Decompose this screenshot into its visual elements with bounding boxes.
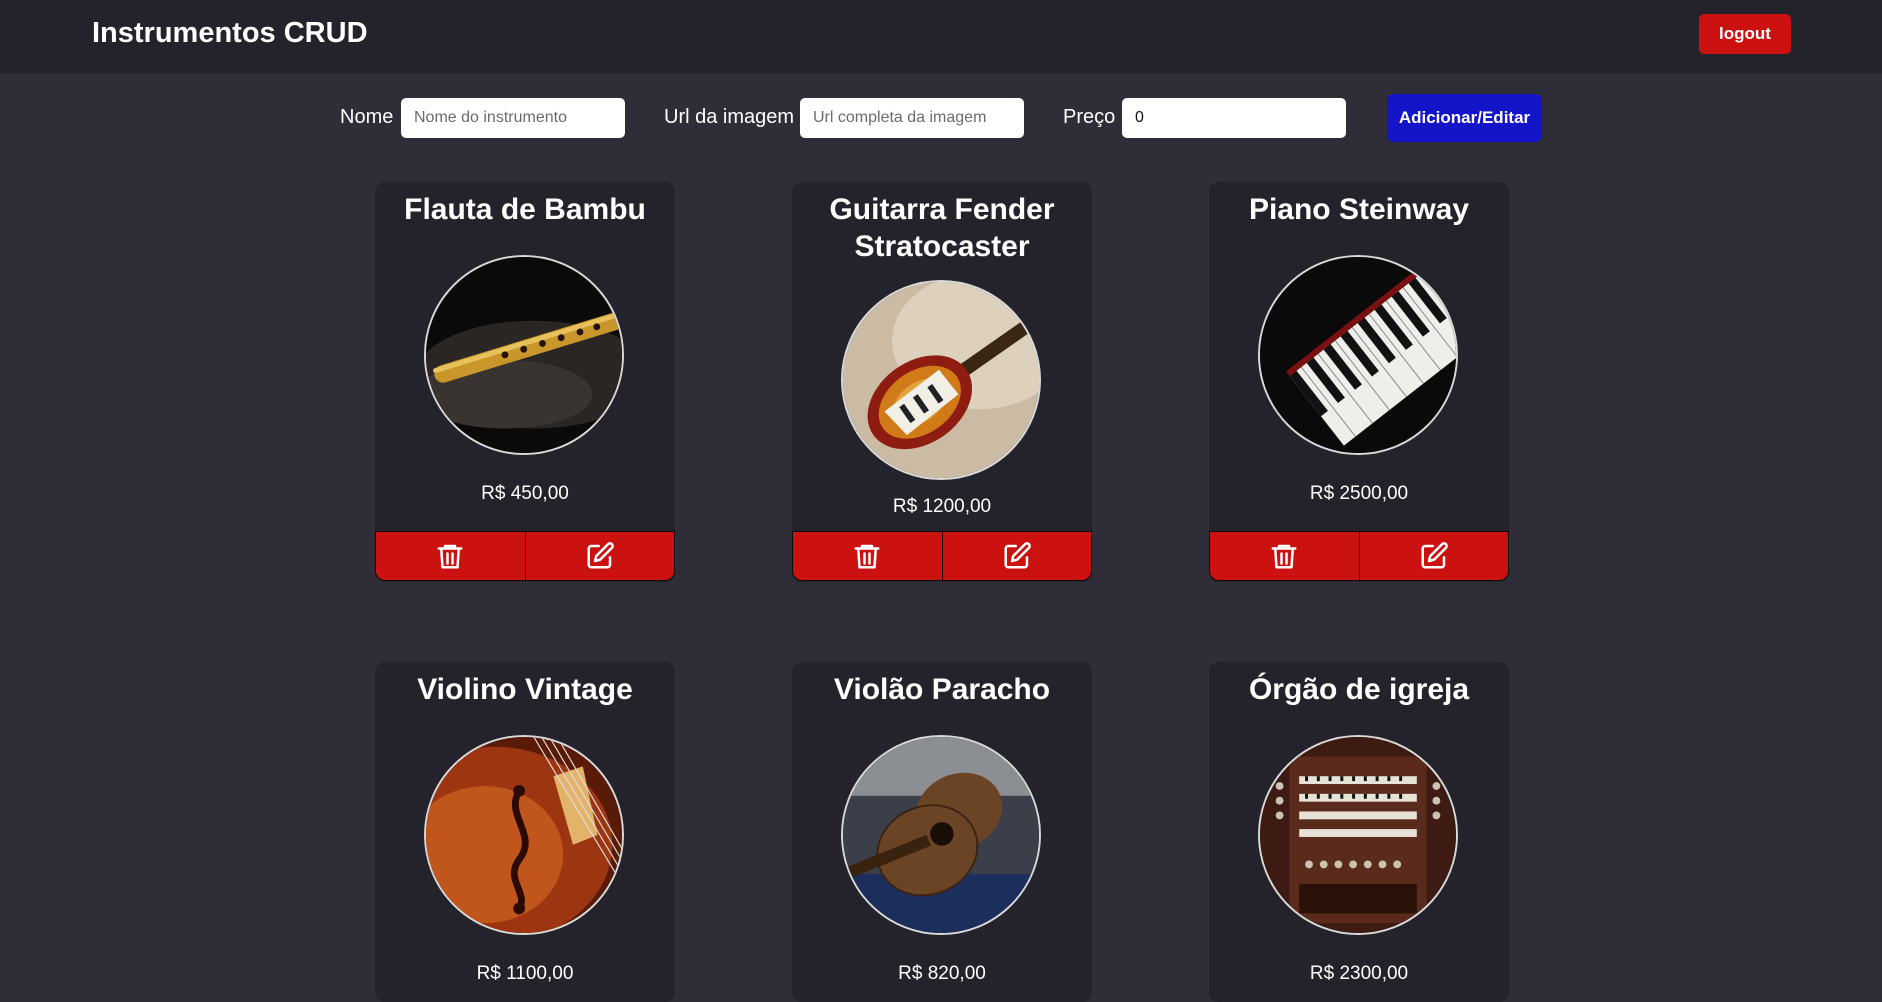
instrument-card: Flauta de Bambu R$ 450,00 — [375, 182, 675, 582]
app-title: Instrumentos CRUD — [92, 17, 368, 49]
instrument-name: Violino Vintage — [417, 673, 633, 706]
instrument-card: Violão Paracho R$ 820,00 — [792, 662, 1092, 1002]
delete-button[interactable] — [1210, 532, 1359, 580]
name-label: Nome — [340, 106, 394, 128]
name-input[interactable] — [401, 98, 625, 138]
edit-button[interactable] — [941, 532, 1091, 580]
edit-icon — [1004, 542, 1031, 569]
instrument-card: Órgão de igreja R$ 2300,00 — [1209, 662, 1509, 1002]
instrument-price: R$ 450,00 — [481, 483, 569, 504]
card-actions — [1209, 531, 1509, 581]
acoustic-guitar-image — [841, 735, 1041, 935]
instrument-price: R$ 2500,00 — [1309, 483, 1409, 504]
edit-icon — [587, 542, 614, 569]
logout-button[interactable]: logout — [1699, 14, 1791, 54]
trash-icon — [437, 544, 463, 569]
trash-icon — [854, 544, 880, 569]
url-label: Url da imagem — [664, 106, 795, 128]
card-actions — [375, 531, 675, 581]
electric-guitar-image — [841, 280, 1041, 480]
instrument-name: Flauta de Bambu — [404, 193, 646, 226]
price-input[interactable] — [1122, 98, 1346, 138]
edit-icon — [1421, 542, 1448, 569]
instrument-name: Guitarra Fender Stratocaster — [829, 193, 1055, 263]
piano-keys-image — [1258, 255, 1458, 455]
trash-icon — [1271, 544, 1297, 569]
edit-button[interactable] — [1358, 532, 1508, 580]
church-organ-image — [1258, 735, 1458, 935]
delete-button[interactable] — [376, 532, 525, 580]
instrument-name: Piano Steinway — [1248, 193, 1470, 226]
instrument-card: Piano Steinway R$ 2500,00 — [1209, 182, 1509, 582]
delete-button[interactable] — [793, 532, 942, 580]
add-edit-button[interactable]: Adicionar/Editar — [1387, 94, 1542, 142]
violin-image — [424, 735, 624, 935]
image-url-input[interactable] — [800, 98, 1024, 138]
edit-button[interactable] — [524, 532, 674, 580]
card-actions — [792, 531, 1092, 581]
instrument-price: R$ 820,00 — [898, 963, 986, 984]
instrument-name: Violão Paracho — [833, 673, 1051, 706]
instrument-price: R$ 2300,00 — [1309, 963, 1409, 984]
instrument-card: Violino Vintage R$ 1100,00 — [375, 662, 675, 1002]
instrument-name: Órgão de igreja — [1248, 673, 1470, 706]
instrument-price: R$ 1100,00 — [476, 963, 574, 984]
instrument-card: Guitarra Fender Stratocaster R$ 1200,00 — [792, 182, 1092, 582]
instrument-price: R$ 1200,00 — [892, 496, 992, 517]
bamboo-flute-image — [424, 255, 624, 455]
price-label: Preço — [1063, 106, 1116, 128]
top-navbar: Instrumentos CRUD logout — [0, 0, 1882, 73]
